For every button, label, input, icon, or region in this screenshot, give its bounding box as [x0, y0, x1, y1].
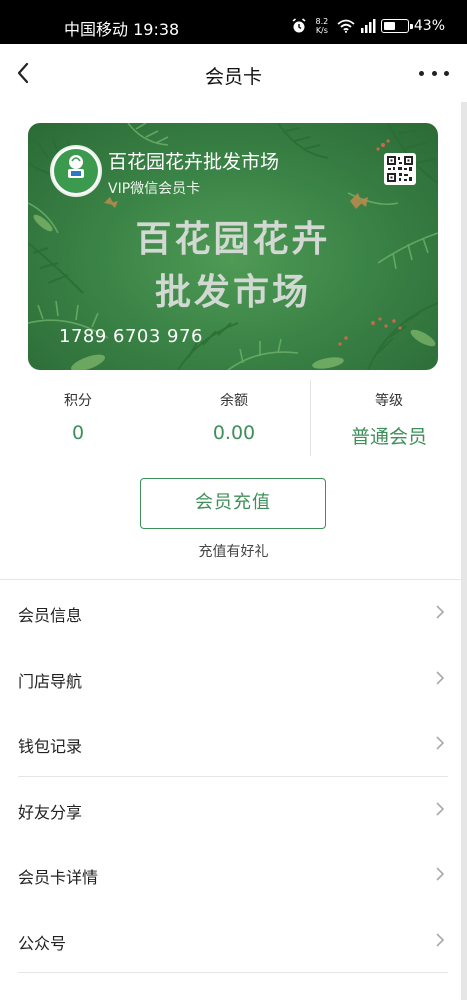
- member-card[interactable]: 百花园花卉批发市场 VIP微信会员卡 百花园花卉 批发市场 1789 6703 …: [28, 123, 438, 370]
- card-title-line1: 百花园花卉: [135, 219, 331, 260]
- member-stats: 积分 0 余额 0.00 等级 普通会员: [0, 378, 467, 458]
- net-speed: 8.2 K/s: [312, 17, 332, 35]
- stat-points[interactable]: 积分 0: [0, 378, 156, 444]
- menu-item-card-details[interactable]: 会员卡详情: [0, 842, 467, 908]
- menu-divider: [18, 972, 448, 973]
- store-logo: [50, 145, 102, 197]
- qr-code-icon[interactable]: [384, 153, 416, 185]
- menu-item-store-navigation[interactable]: 门店导航: [0, 646, 467, 712]
- stat-balance[interactable]: 余额 0.00: [156, 378, 312, 444]
- menu-item-label: 会员卡详情: [18, 868, 99, 887]
- menu-item-label: 公众号: [18, 933, 67, 953]
- card-number: 1789 6703 976: [59, 326, 203, 347]
- signal-icon: [360, 19, 376, 33]
- net-speed-value: 8.2: [315, 17, 329, 26]
- stat-points-label: 积分: [64, 393, 92, 409]
- menu-item-label: 会员信息: [18, 606, 83, 625]
- vip-card-label: VIP微信会员卡: [108, 181, 201, 197]
- carrier-time: 中国移动 19:38: [64, 20, 180, 39]
- net-speed-unit: K/s: [315, 26, 328, 35]
- chevron-right-icon: [436, 801, 445, 816]
- chevron-right-icon: [436, 605, 445, 619]
- recharge-tip: 充值有好礼: [198, 544, 269, 560]
- more-dots-icon[interactable]: [419, 62, 449, 84]
- battery-icon: [380, 19, 413, 33]
- status-icons: 8.2 K/s 43%: [291, 15, 445, 37]
- menu-item-wallet-records[interactable]: 钱包记录: [0, 711, 467, 777]
- alarm-icon: [292, 18, 306, 33]
- chevron-right-icon: [436, 670, 445, 685]
- battery-level: 43%: [413, 18, 445, 34]
- menu-list: 会员信息 门店导航 钱包记录 好友分享 会员卡详情 公众号: [0, 580, 467, 973]
- stat-balance-value: 0.00: [212, 422, 256, 444]
- chevron-right-icon: [436, 867, 445, 881]
- menu-item-official-account[interactable]: 公众号: [0, 908, 467, 974]
- stat-level-value: 普通会员: [350, 426, 427, 448]
- stat-level-label: 等级: [375, 393, 403, 409]
- card-title-line2: 批发市场: [154, 272, 311, 313]
- menu-item-label: 门店导航: [18, 671, 83, 691]
- wifi-icon: [337, 19, 355, 33]
- stat-points-value: 0: [71, 422, 85, 444]
- stat-level[interactable]: 等级 普通会员: [311, 378, 467, 449]
- stat-balance-label: 余额: [220, 393, 248, 409]
- member-recharge-button[interactable]: 会员充值: [140, 478, 326, 529]
- menu-item-label: 钱包记录: [18, 737, 83, 756]
- nav-bar: 会员卡: [0, 44, 467, 102]
- chevron-right-icon: [436, 736, 445, 750]
- page-title: 会员卡: [204, 66, 262, 88]
- menu-item-member-info[interactable]: 会员信息: [0, 580, 467, 646]
- status-bar: 中国移动 19:38 8.2 K/s 43%: [0, 0, 467, 44]
- store-name: 百花园花卉批发市场: [108, 151, 280, 173]
- menu-item-label: 好友分享: [18, 802, 83, 822]
- menu-item-share-friends[interactable]: 好友分享: [0, 777, 467, 843]
- chevron-right-icon: [436, 932, 445, 947]
